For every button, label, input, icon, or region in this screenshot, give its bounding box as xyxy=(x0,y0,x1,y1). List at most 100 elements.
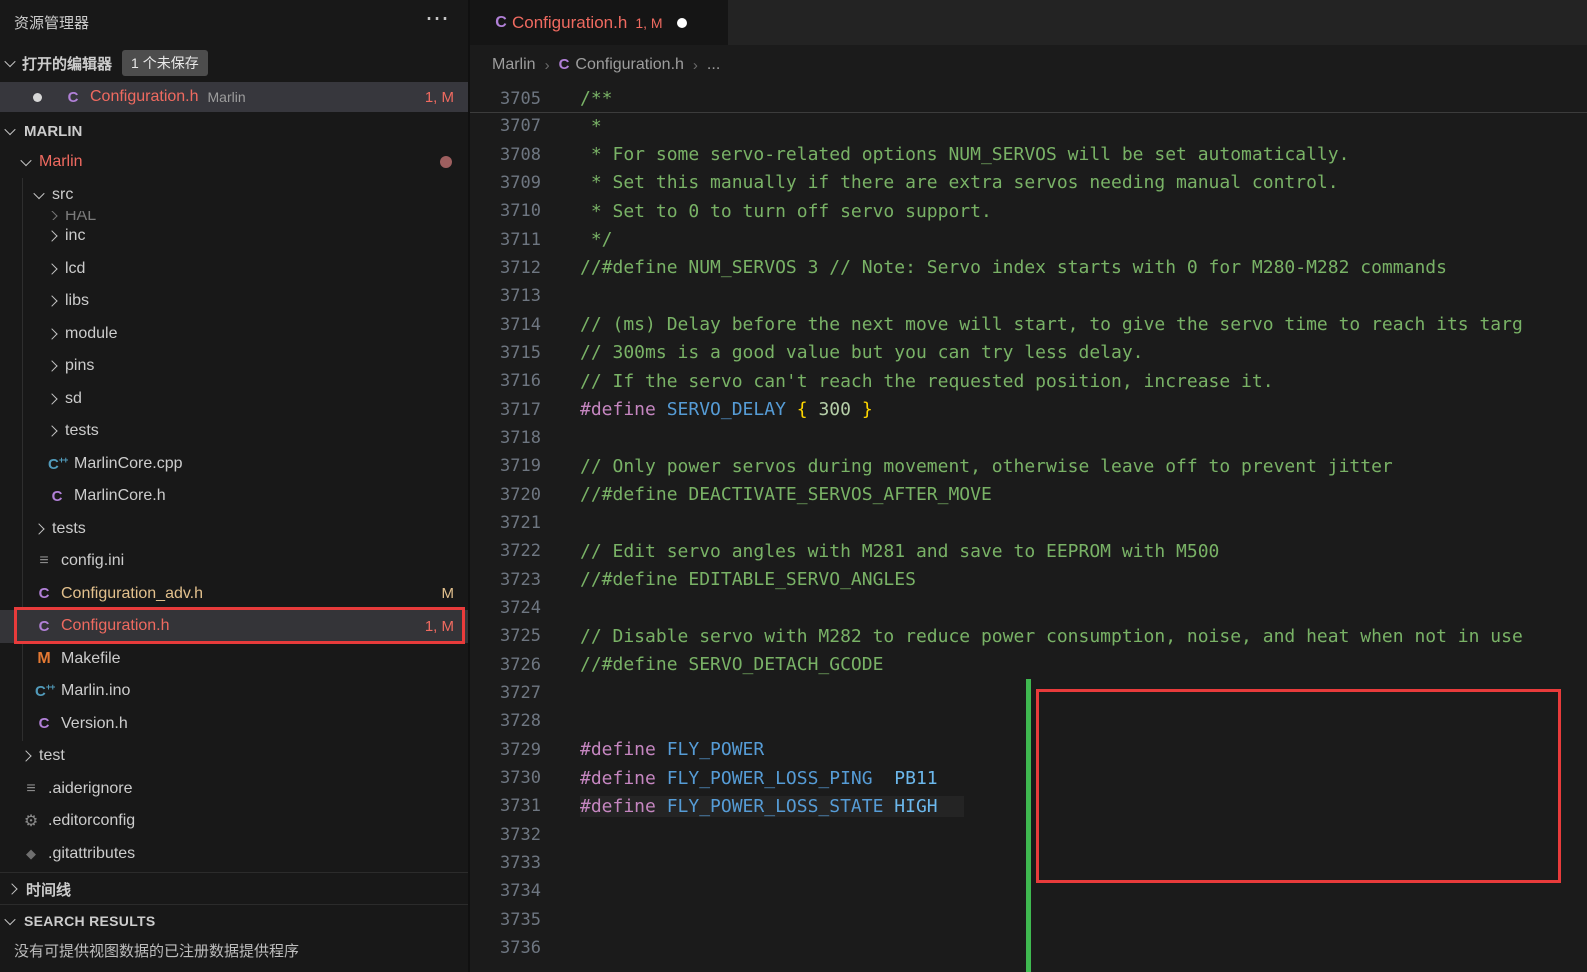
line-number[interactable]: 3725 xyxy=(470,626,541,646)
tree-item-hal[interactable]: HAL xyxy=(0,211,468,220)
code-line-3726[interactable]: 3726//#define SERVO_DETACH_GCODE xyxy=(470,651,1587,679)
code-line-3705[interactable]: 3705 /** xyxy=(470,84,613,112)
code-line-3713[interactable]: 3713 xyxy=(470,282,1587,310)
code-line-3710[interactable]: 3710 * Set to 0 to turn off servo suppor… xyxy=(470,197,1587,225)
code-line-3718[interactable]: 3718 xyxy=(470,424,1587,452)
tree-item-aiderignore[interactable]: ≡.aiderignore xyxy=(0,773,468,806)
code-line-3723[interactable]: 3723//#define EDITABLE_SERVO_ANGLES xyxy=(470,566,1587,594)
code-line-3722[interactable]: 3722// Edit servo angles with M281 and s… xyxy=(470,537,1587,565)
tree-item-sd[interactable]: sd xyxy=(0,383,468,416)
tab-bar[interactable]: C Configuration.h 1, M xyxy=(470,0,1587,45)
tree-item-makefile[interactable]: MMakefile xyxy=(0,643,468,676)
line-number[interactable]: 3709 xyxy=(470,173,541,193)
line-number[interactable]: 3730 xyxy=(470,768,541,788)
project-section-header[interactable]: MARLIN xyxy=(0,116,468,146)
tree-item-label: sd xyxy=(65,390,82,408)
line-number[interactable]: 3717 xyxy=(470,400,541,420)
tree-item-module[interactable]: module xyxy=(0,318,468,351)
line-number[interactable]: 3733 xyxy=(470,853,541,873)
code-token: * xyxy=(580,116,602,137)
line-number[interactable]: 3708 xyxy=(470,145,541,165)
code-line-3719[interactable]: 3719// Only power servos during movement… xyxy=(470,452,1587,480)
code-token: // 300ms is a good value but you can try… xyxy=(580,342,1144,363)
line-number[interactable]: 3715 xyxy=(470,343,541,363)
tree-item-version-h[interactable]: CVersion.h xyxy=(0,708,468,741)
code-token xyxy=(656,399,667,420)
line-number[interactable]: 3710 xyxy=(470,201,541,221)
line-number[interactable]: 3719 xyxy=(470,456,541,476)
code-line-3724[interactable]: 3724 xyxy=(470,594,1587,622)
tree-item-config-ini[interactable]: ≡config.ini xyxy=(0,545,468,578)
c-file-icon: C xyxy=(559,56,570,73)
tab-problems-badge: 1, M xyxy=(635,15,662,31)
code-line-3725[interactable]: 3725// Disable servo with M282 to reduce… xyxy=(470,622,1587,650)
problems-badge: 1, M xyxy=(425,89,454,106)
tree-item-pins[interactable]: pins xyxy=(0,350,468,383)
code-line-3720[interactable]: 3720//#define DEACTIVATE_SERVOS_AFTER_MO… xyxy=(470,480,1587,508)
line-number[interactable]: 3727 xyxy=(470,683,541,703)
tree-item-configuration-adv-h[interactable]: CConfiguration_adv.hM xyxy=(0,578,468,611)
code-line-3708[interactable]: 3708 * For some servo-related options NU… xyxy=(470,140,1587,168)
line-number[interactable]: 3713 xyxy=(470,286,541,306)
code-token: */ xyxy=(580,229,613,250)
line-number[interactable]: 3735 xyxy=(470,910,541,930)
code-token: // (ms) Delay before the next move will … xyxy=(580,314,1523,335)
timeline-section-header[interactable]: 时间线 xyxy=(0,872,468,905)
unsaved-dot-icon[interactable] xyxy=(677,18,687,28)
line-number[interactable]: 3723 xyxy=(470,570,541,590)
line-number[interactable]: 3705 xyxy=(470,89,541,109)
tree-item-src[interactable]: src xyxy=(0,179,468,212)
tree-item-inc[interactable]: inc xyxy=(0,220,468,253)
tree-item-marlin[interactable]: Marlin xyxy=(0,146,468,179)
sticky-scroll-line[interactable]: 3705 /** xyxy=(470,85,1587,113)
tree-item-tests[interactable]: tests xyxy=(0,513,468,546)
tree-item-marlincore-cpp[interactable]: C++MarlinCore.cpp xyxy=(0,448,468,481)
line-number[interactable]: 3728 xyxy=(470,711,541,731)
line-number[interactable]: 3734 xyxy=(470,881,541,901)
tree-item-tests[interactable]: tests xyxy=(0,415,468,448)
tree-item-editorconfig[interactable]: ⚙.editorconfig xyxy=(0,805,468,838)
line-number[interactable]: 3707 xyxy=(470,116,541,136)
breadcrumb-item-marlin[interactable]: Marlin xyxy=(492,56,536,74)
code-token: #define xyxy=(580,796,656,817)
code-line-3721[interactable]: 3721 xyxy=(470,509,1587,537)
line-number[interactable]: 3721 xyxy=(470,513,541,533)
code-line-text: /** xyxy=(580,88,613,109)
breadcrumb-item-[interactable]: ... xyxy=(707,56,720,74)
line-number[interactable]: 3726 xyxy=(470,655,541,675)
line-number[interactable]: 3736 xyxy=(470,938,541,958)
code-line-3711[interactable]: 3711 */ xyxy=(470,225,1587,253)
code-line-3717[interactable]: 3717#define SERVO_DELAY { 300 } xyxy=(470,395,1587,423)
line-number[interactable]: 3714 xyxy=(470,315,541,335)
open-editor-item-configuration-h[interactable]: C Configuration.h Marlin 1, M xyxy=(0,82,468,112)
tree-item-marlin-ino[interactable]: C++Marlin.ino xyxy=(0,675,468,708)
code-line-3715[interactable]: 3715 // 300ms is a good value but you can… xyxy=(470,339,1587,367)
code-line-3712[interactable]: 3712//#define NUM_SERVOS 3 // Note: Serv… xyxy=(470,254,1587,282)
search-results-section-header[interactable]: SEARCH RESULTS xyxy=(0,904,468,937)
line-number[interactable]: 3718 xyxy=(470,428,541,448)
line-number[interactable]: 3731 xyxy=(470,796,541,816)
more-actions-icon[interactable]: ⋯ xyxy=(425,4,450,33)
tree-item-gitattributes[interactable]: ◆.gitattributes xyxy=(0,838,468,871)
tab-configuration-h[interactable]: C Configuration.h 1, M xyxy=(470,0,728,45)
tree-item-lcd[interactable]: lcd xyxy=(0,253,468,286)
code-line-3709[interactable]: 3709 * Set this manually if there are ex… xyxy=(470,169,1587,197)
tree-item-test[interactable]: test xyxy=(0,740,468,773)
line-number[interactable]: 3720 xyxy=(470,485,541,505)
line-number[interactable]: 3724 xyxy=(470,598,541,618)
line-number[interactable]: 3712 xyxy=(470,258,541,278)
line-number[interactable]: 3732 xyxy=(470,825,541,845)
code-line-3716[interactable]: 3716// If the servo can't reach the requ… xyxy=(470,367,1587,395)
search-results-message: 没有可提供视图数据的已注册数据提供程序 xyxy=(14,940,299,961)
breadcrumb-item-configuration-h[interactable]: CConfiguration.h xyxy=(559,56,684,74)
open-editors-header[interactable]: 打开的编辑器 1 个未保存 xyxy=(0,48,468,78)
line-number[interactable]: 3716 xyxy=(470,371,541,391)
line-number[interactable]: 3729 xyxy=(470,740,541,760)
line-number[interactable]: 3722 xyxy=(470,541,541,561)
line-number[interactable]: 3711 xyxy=(470,230,541,250)
code-line-3714[interactable]: 3714 // (ms) Delay before the next move w… xyxy=(470,310,1587,338)
code-line-3707[interactable]: 3707 * xyxy=(470,112,1587,140)
tree-item-libs[interactable]: libs xyxy=(0,285,468,318)
annotation-box-editor xyxy=(1036,689,1561,883)
tree-item-marlincore-h[interactable]: CMarlinCore.h xyxy=(0,480,468,513)
